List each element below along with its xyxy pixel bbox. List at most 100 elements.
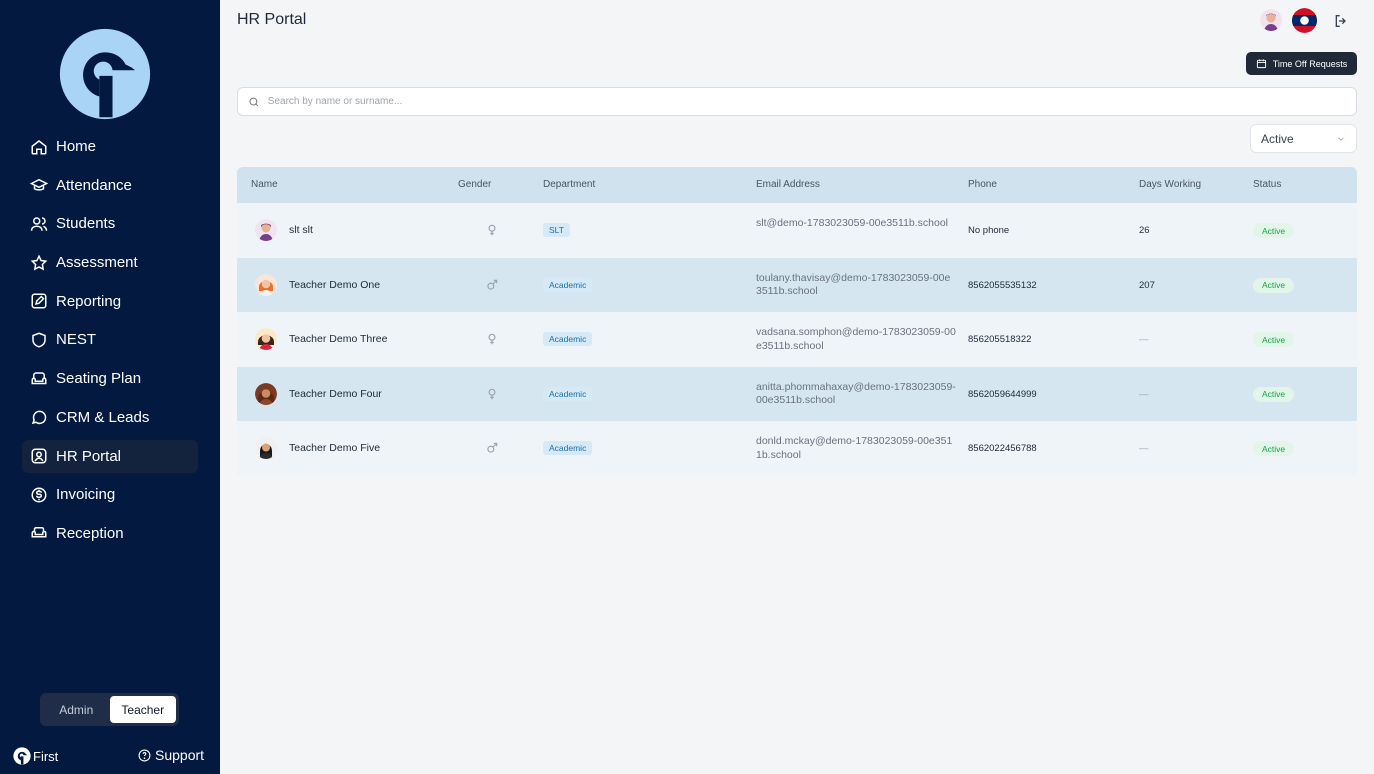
column-header-gender[interactable]: Gender — [458, 179, 491, 190]
email-address: donld.mckay@demo-1783023059-00e3511b.sch… — [756, 435, 953, 461]
staff-name: Teacher Demo Five — [289, 442, 381, 454]
female-icon — [488, 388, 496, 399]
days-working: — — [1139, 443, 1149, 454]
column-header-name[interactable]: Name — [251, 179, 278, 190]
chat-bubble-icon — [30, 408, 48, 426]
phone-number: 8562059644999 — [968, 388, 1037, 400]
department-badge: Academic — [543, 277, 593, 292]
time-off-requests-label: Time Off Requests — [1272, 58, 1348, 69]
column-header-status[interactable]: Status — [1253, 179, 1281, 190]
page-title: HR Portal — [237, 11, 307, 28]
column-header-phone[interactable]: Phone — [968, 179, 997, 190]
avatar — [255, 219, 277, 241]
table-row[interactable]: Teacher Demo Five Academic donld.mckay@d… — [237, 421, 1357, 476]
table-row[interactable]: Teacher Demo Four Academic anitta.phomma… — [237, 366, 1357, 421]
avatar — [255, 382, 277, 405]
sidebar-item-reception[interactable]: Reception — [22, 517, 198, 550]
sidebar-item-nest[interactable]: NEST — [22, 323, 198, 356]
sidebar-item-attendance[interactable]: Attendance — [22, 169, 198, 202]
department-badge: Academic — [543, 441, 593, 455]
status-badge: Active — [1253, 441, 1295, 456]
table-row[interactable]: slt slt SLT slt@demo-1783023059-00e3511b… — [237, 203, 1357, 258]
support-label: Support — [155, 747, 205, 763]
staff-name: Teacher Demo One — [289, 278, 381, 291]
avatar — [255, 328, 277, 350]
sidebar-item-assessment[interactable]: Assessment — [22, 246, 198, 279]
phone-number: No phone — [968, 225, 1010, 236]
column-header-days-working[interactable]: Days Working — [1139, 179, 1201, 190]
role-teacher-button[interactable]: Teacher — [109, 696, 176, 723]
chevron-down-icon — [1338, 136, 1344, 141]
shield-icon — [30, 331, 48, 349]
status-badge: Active — [1253, 223, 1295, 238]
phone-number: 856205518322 — [968, 334, 1032, 345]
search-bar — [237, 87, 1357, 116]
phone-number: 8562022456788 — [968, 443, 1037, 454]
female-icon — [488, 333, 496, 345]
logout-icon[interactable] — [1333, 13, 1349, 29]
department-badge: SLT — [543, 223, 570, 237]
users-icon — [30, 215, 48, 233]
sidebar-nav: Home Attendance Students Assessment Repo… — [22, 130, 198, 556]
sofa-icon — [30, 524, 48, 542]
days-working: 207 — [1139, 279, 1155, 291]
home-icon — [30, 138, 48, 156]
support-link[interactable]: Support — [138, 747, 204, 763]
brand-logo-icon — [13, 747, 31, 765]
department-badge: Academic — [543, 386, 593, 401]
sidebar-item-hr-portal[interactable]: HR Portal — [22, 439, 198, 473]
table-row[interactable]: Teacher Demo One Academic toulany.thavis… — [237, 257, 1357, 312]
sidebar-item-seating-plan[interactable]: Seating Plan — [22, 362, 198, 395]
status-filter-select[interactable]: Active — [1250, 124, 1357, 153]
sidebar: Home Attendance Students Assessment Repo… — [0, 0, 220, 774]
sidebar-item-label: CRM & Leads — [56, 408, 150, 426]
email-address: anitta.phommahaxay@demo-1783023059-00e35… — [756, 380, 956, 407]
column-header-email[interactable]: Email Address — [756, 179, 820, 190]
status-badge: Active — [1253, 386, 1295, 402]
graduation-cap-icon — [30, 176, 48, 194]
user-square-icon — [30, 447, 48, 465]
sidebar-item-reporting[interactable]: Reporting — [22, 285, 198, 318]
days-working: — — [1139, 388, 1149, 400]
sidebar-item-label: Reception — [56, 524, 124, 542]
star-icon — [30, 254, 48, 272]
sidebar-item-label: Home — [56, 138, 97, 155]
sidebar-item-crm-leads[interactable]: CRM & Leads — [22, 401, 198, 434]
calendar-icon — [1256, 59, 1266, 69]
search-input[interactable] — [267, 96, 1356, 107]
sidebar-item-label: Seating Plan — [56, 370, 142, 388]
sidebar-item-home[interactable]: Home — [22, 130, 198, 163]
sidebar-item-invoicing[interactable]: Invoicing — [22, 478, 198, 511]
help-circle-icon — [138, 749, 151, 761]
app-logo-icon — [59, 28, 151, 120]
dollar-circle-icon — [30, 486, 48, 504]
sidebar-item-label: Students — [56, 215, 116, 233]
phone-number: 8562055535132 — [968, 279, 1037, 291]
status-badge: Active — [1253, 277, 1295, 293]
role-admin-button[interactable]: Admin — [43, 696, 110, 723]
male-icon — [487, 442, 498, 453]
sidebar-item-label: Invoicing — [56, 486, 116, 504]
table-row[interactable]: Teacher Demo Three Academic vadsana.somp… — [237, 312, 1357, 367]
days-working: 26 — [1139, 225, 1150, 236]
sidebar-item-label: Attendance — [56, 176, 132, 194]
status-filter-value: Active — [1261, 131, 1294, 146]
search-icon — [249, 97, 259, 106]
avatar — [255, 273, 277, 296]
armchair-icon — [30, 370, 48, 388]
brand-name: First — [33, 748, 59, 764]
user-avatar[interactable] — [1260, 9, 1282, 31]
brand: First — [13, 747, 58, 765]
flag-language-icon[interactable] — [1292, 8, 1317, 33]
department-badge: Academic — [543, 332, 593, 346]
sidebar-item-label: Assessment — [56, 254, 138, 272]
status-badge: Active — [1253, 332, 1295, 347]
avatar — [255, 437, 277, 459]
sidebar-item-students[interactable]: Students — [22, 207, 198, 240]
column-header-department[interactable]: Department — [543, 179, 595, 190]
male-icon — [487, 279, 498, 290]
role-switch: Admin Teacher — [40, 693, 179, 726]
days-working: — — [1139, 334, 1149, 345]
time-off-requests-button[interactable]: Time Off Requests — [1246, 52, 1357, 75]
staff-name: Teacher Demo Four — [289, 387, 382, 400]
